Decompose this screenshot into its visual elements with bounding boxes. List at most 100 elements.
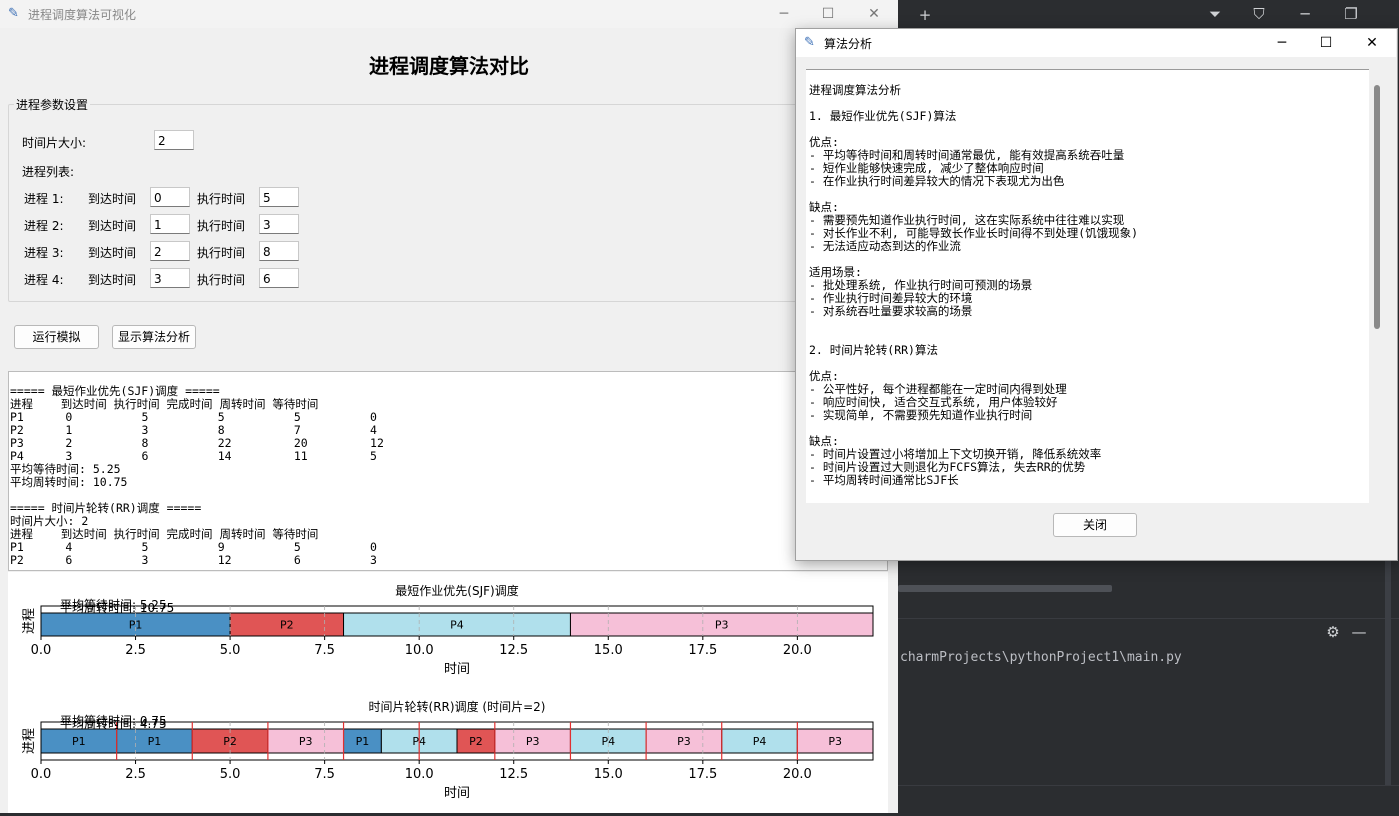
exec-time-label: 执行时间: [197, 273, 246, 287]
run-simulation-button[interactable]: 运行模拟: [14, 325, 99, 349]
show-analysis-button[interactable]: 显示算法分析: [112, 325, 196, 349]
gantt-bar-label: P1: [148, 735, 162, 748]
gantt-bar-label: P2: [280, 619, 294, 632]
analysis-text: 进程调度算法分析 1. 最短作业优先(SJF)算法 优点: - 平均等待时间和周转时间…: [809, 84, 1138, 487]
chart-title: 时间片轮转(RR)调度 (时间片=2): [369, 699, 546, 714]
x-tick-label: 20.0: [783, 643, 812, 658]
ide-titlebar: + ⏷ ⛉ ─ ❐: [898, 0, 1399, 30]
feather-icon: ✎: [8, 6, 19, 21]
dialog-title: 算法分析: [824, 37, 873, 51]
feather-icon: ✎: [804, 35, 815, 50]
x-tick-label: 17.5: [688, 643, 717, 658]
gantt-bar-label: P3: [828, 735, 842, 748]
process-2-label: 进程 2:: [24, 219, 64, 233]
ide-vertical-scrollbar[interactable]: [1385, 560, 1391, 790]
output-text: ===== 最短作业优先(SJF)调度 ===== 进程 到达时间 执行时间 完成…: [10, 385, 384, 567]
minimize-button[interactable]: ─: [764, 4, 804, 24]
process-list-label: 进程列表:: [22, 165, 75, 179]
minimize-panel-icon[interactable]: —: [1348, 621, 1370, 643]
restore-icon[interactable]: ❐: [1340, 3, 1362, 25]
analysis-line: 进程调度算法分析: [809, 83, 901, 97]
gear-icon[interactable]: ⚙: [1322, 621, 1344, 643]
params-group-label: 进程参数设置: [14, 96, 91, 113]
dialog-close-button[interactable]: 关闭: [1053, 513, 1137, 537]
x-tick-label: 5.0: [220, 643, 241, 658]
analysis-line: - 在作业执行时间差异较大的情况下表现尤为出色: [809, 174, 1065, 188]
process-3-arrival-input[interactable]: 2: [150, 241, 190, 261]
new-tab-button[interactable]: +: [914, 4, 936, 26]
gantt-bar-label: P3: [526, 735, 540, 748]
x-tick-label: 10.0: [405, 767, 434, 782]
process-2-exec-input[interactable]: 3: [259, 214, 299, 234]
process-3-label: 进程 3:: [24, 246, 64, 260]
gantt-bar-label: P4: [753, 735, 767, 748]
page-title: 进程调度算法对比: [369, 54, 529, 78]
analysis-line: [809, 357, 1138, 370]
process-4-exec-input[interactable]: 6: [259, 268, 299, 288]
analysis-scrollbar[interactable]: [1374, 85, 1380, 329]
output-line: P2 6 3 12 6 3: [10, 553, 377, 567]
dialog-close-x-button[interactable]: ✕: [1352, 33, 1392, 53]
process-1-label: 进程 1:: [24, 192, 64, 206]
arrival-time-label: 到达时间: [88, 246, 137, 260]
process-3-exec-input[interactable]: 8: [259, 241, 299, 261]
main-titlebar: ✎ 进程调度算法可视化 ─ ☐ ✕: [0, 0, 898, 28]
process-2-arrival-input[interactable]: 1: [150, 214, 190, 234]
x-tick-label: 17.5: [688, 767, 717, 782]
ide-run-toolbar: ⚙ —: [898, 618, 1399, 647]
ide-statusbar: [898, 785, 1399, 814]
x-tick-label: 2.5: [125, 643, 146, 658]
gantt-bar-label: P4: [450, 619, 464, 632]
exec-time-label: 执行时间: [197, 219, 246, 233]
gantt-bar-label: P3: [715, 619, 729, 632]
process-4-arrival-input[interactable]: 3: [150, 268, 190, 288]
dialog-titlebar: ✎ 算法分析 ─ ☐ ✕: [796, 29, 1396, 57]
x-tick-label: 7.5: [314, 643, 335, 658]
gantt-bar-label: P3: [299, 735, 313, 748]
time-slice-label: 时间片大小:: [22, 136, 87, 150]
x-tick-label: 12.5: [499, 767, 528, 782]
x-tick-label: 0.0: [31, 767, 52, 782]
analysis-line: - 实现简单, 不需要预先知道作业执行时间: [809, 408, 1033, 422]
dialog-maximize-button[interactable]: ☐: [1306, 33, 1346, 53]
gantt-bar-label: P1: [72, 735, 86, 748]
x-tick-label: 15.0: [594, 767, 623, 782]
analysis-line: - 平均周转时间通常比SJF长: [809, 473, 959, 487]
time-slice-input[interactable]: 2: [154, 130, 194, 150]
process-1-arrival-input[interactable]: 0: [150, 187, 190, 207]
gantt-bar-label: P3: [677, 735, 691, 748]
arrival-time-label: 到达时间: [88, 219, 137, 233]
dropdown-circle-icon[interactable]: ⏷: [1204, 3, 1226, 25]
chart-title: 最短作业优先(SJF)调度: [395, 583, 518, 598]
analysis-line: 2. 时间片轮转(RR)算法: [809, 343, 938, 357]
ide-horizontal-scrollbar[interactable]: [898, 585, 1112, 592]
x-tick-label: 20.0: [783, 767, 812, 782]
minimize-icon[interactable]: ─: [1294, 3, 1316, 25]
gantt-bar-label: P2: [469, 735, 483, 748]
gantt-charts: 最短作业优先(SJF)调度 P1 P2 P4 P3 0.0 2.5 5.0 7.5 10.0 12.…: [22, 583, 874, 801]
analysis-line: [809, 188, 1138, 201]
output-line: 平均周转时间: 10.75: [10, 475, 128, 489]
x-tick-label: 5.0: [220, 767, 241, 782]
dialog-minimize-button[interactable]: ─: [1262, 33, 1302, 53]
x-tick-label: 15.0: [594, 643, 623, 658]
analysis-line: 1. 最短作业优先(SJF)算法: [809, 109, 957, 123]
x-tick-label: 0.0: [31, 643, 52, 658]
analysis-line: - 对系统吞吐量要求较高的场景: [809, 304, 973, 318]
main-window-title: 进程调度算法可视化: [28, 8, 137, 22]
close-window-button[interactable]: ✕: [854, 4, 894, 24]
analysis-line: - 无法适应动态到达的作业流: [809, 239, 961, 253]
analysis-line: [809, 422, 1138, 435]
exec-time-label: 执行时间: [197, 192, 246, 206]
chart-annotation: 平均周转时间: 4.75: [60, 716, 167, 731]
tshirt-icon[interactable]: ⛉: [1248, 3, 1270, 25]
process-4-label: 进程 4:: [24, 273, 64, 287]
process-1-exec-input[interactable]: 5: [259, 187, 299, 207]
maximize-button[interactable]: ☐: [808, 4, 848, 24]
gantt-bar-label: P1: [356, 735, 370, 748]
x-tick-label: 2.5: [125, 767, 146, 782]
x-axis-label: 时间: [444, 662, 470, 677]
y-axis-label: 进程: [22, 728, 37, 754]
x-axis-label: 时间: [444, 786, 470, 801]
y-axis-label: 进程: [22, 608, 37, 634]
